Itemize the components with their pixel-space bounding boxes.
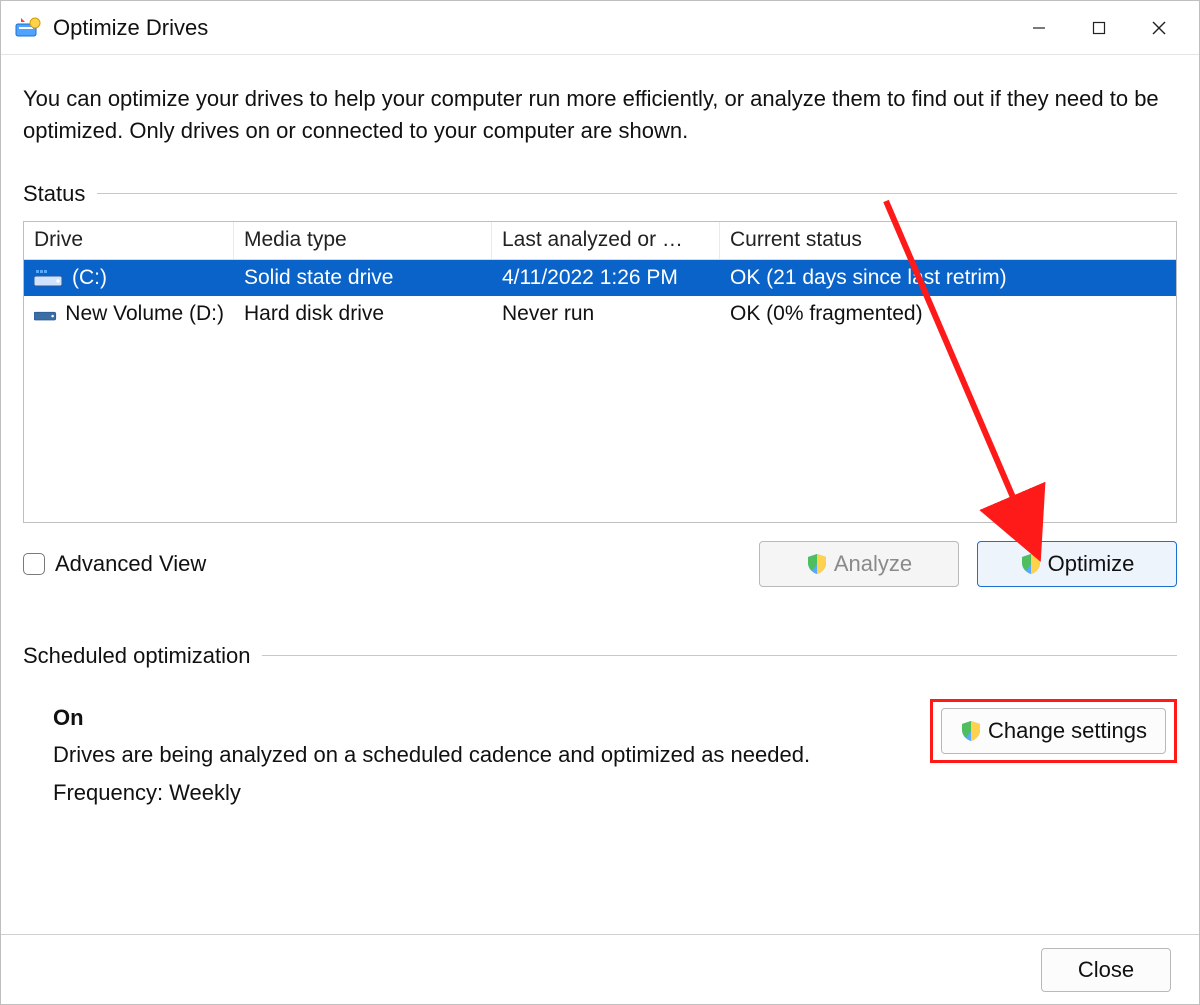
scheduled-text: On Drives are being analyzed on a schedu… xyxy=(53,699,910,811)
content-area: You can optimize your drives to help you… xyxy=(1,55,1199,811)
scheduled-label: Scheduled optimization xyxy=(23,643,250,669)
optimize-drives-window: Optimize Drives You can optimize your dr… xyxy=(0,0,1200,1005)
table-header: Drive Media type Last analyzed or … Curr… xyxy=(24,222,1176,260)
drive-cell: New Volume (D:) xyxy=(24,302,234,326)
analyze-button[interactable]: Analyze xyxy=(759,541,959,587)
close-window-button[interactable] xyxy=(1129,8,1189,48)
app-icon xyxy=(15,15,41,41)
close-button[interactable]: Close xyxy=(1041,948,1171,992)
controls-row: Advanced View Analyze Optimize xyxy=(23,541,1177,587)
last-cell: Never run xyxy=(492,302,720,326)
scheduled-body: On Drives are being analyzed on a schedu… xyxy=(23,683,1177,811)
scheduled-frequency: Frequency: Weekly xyxy=(53,774,910,811)
change-settings-button[interactable]: Change settings xyxy=(941,708,1166,754)
close-label: Close xyxy=(1078,957,1134,983)
shield-icon xyxy=(806,553,828,575)
col-media[interactable]: Media type xyxy=(234,222,492,259)
divider xyxy=(97,193,1177,194)
divider xyxy=(262,655,1177,656)
window-title: Optimize Drives xyxy=(53,15,208,41)
change-settings-highlight: Change settings xyxy=(930,699,1177,763)
col-status[interactable]: Current status xyxy=(720,222,1176,259)
table-body: (C:) Solid state drive4/11/2022 1:26 PMOK… xyxy=(24,260,1176,332)
change-settings-label: Change settings xyxy=(988,718,1147,744)
scheduled-header: Scheduled optimization xyxy=(23,643,1177,669)
optimize-button[interactable]: Optimize xyxy=(977,541,1177,587)
drive-name: (C:) xyxy=(72,266,107,290)
media-cell: Hard disk drive xyxy=(234,302,492,326)
table-row[interactable]: (C:) Solid state drive4/11/2022 1:26 PMOK… xyxy=(24,260,1176,296)
last-cell: 4/11/2022 1:26 PM xyxy=(492,266,720,290)
titlebar: Optimize Drives xyxy=(1,1,1199,55)
shield-icon xyxy=(1020,553,1042,575)
drive-icon xyxy=(34,268,64,288)
drive-cell: (C:) xyxy=(24,266,234,290)
shield-icon xyxy=(960,720,982,742)
status-cell: OK (21 days since last retrim) xyxy=(720,266,1176,290)
optimize-label: Optimize xyxy=(1048,551,1135,577)
scheduled-section: Scheduled optimization On Drives are bei… xyxy=(23,643,1177,811)
status-label: Status xyxy=(23,181,85,207)
advanced-view-label: Advanced View xyxy=(55,551,206,577)
maximize-button[interactable] xyxy=(1069,8,1129,48)
analyze-label: Analyze xyxy=(834,551,912,577)
advanced-view-checkbox[interactable]: Advanced View xyxy=(23,551,206,577)
scheduled-state: On xyxy=(53,699,910,736)
drives-table: Drive Media type Last analyzed or … Curr… xyxy=(23,221,1177,523)
footer: Close xyxy=(1,934,1199,1004)
status-cell: OK (0% fragmented) xyxy=(720,302,1176,326)
media-cell: Solid state drive xyxy=(234,266,492,290)
intro-text: You can optimize your drives to help you… xyxy=(23,83,1177,147)
table-row[interactable]: New Volume (D:) Hard disk driveNever runO… xyxy=(24,296,1176,332)
checkbox-icon xyxy=(23,553,45,575)
scheduled-desc: Drives are being analyzed on a scheduled… xyxy=(53,736,910,773)
drive-icon xyxy=(34,304,57,324)
drive-name: New Volume (D:) xyxy=(65,302,224,326)
col-last[interactable]: Last analyzed or … xyxy=(492,222,720,259)
col-drive[interactable]: Drive xyxy=(24,222,234,259)
status-section-header: Status xyxy=(23,181,1177,207)
minimize-button[interactable] xyxy=(1009,8,1069,48)
